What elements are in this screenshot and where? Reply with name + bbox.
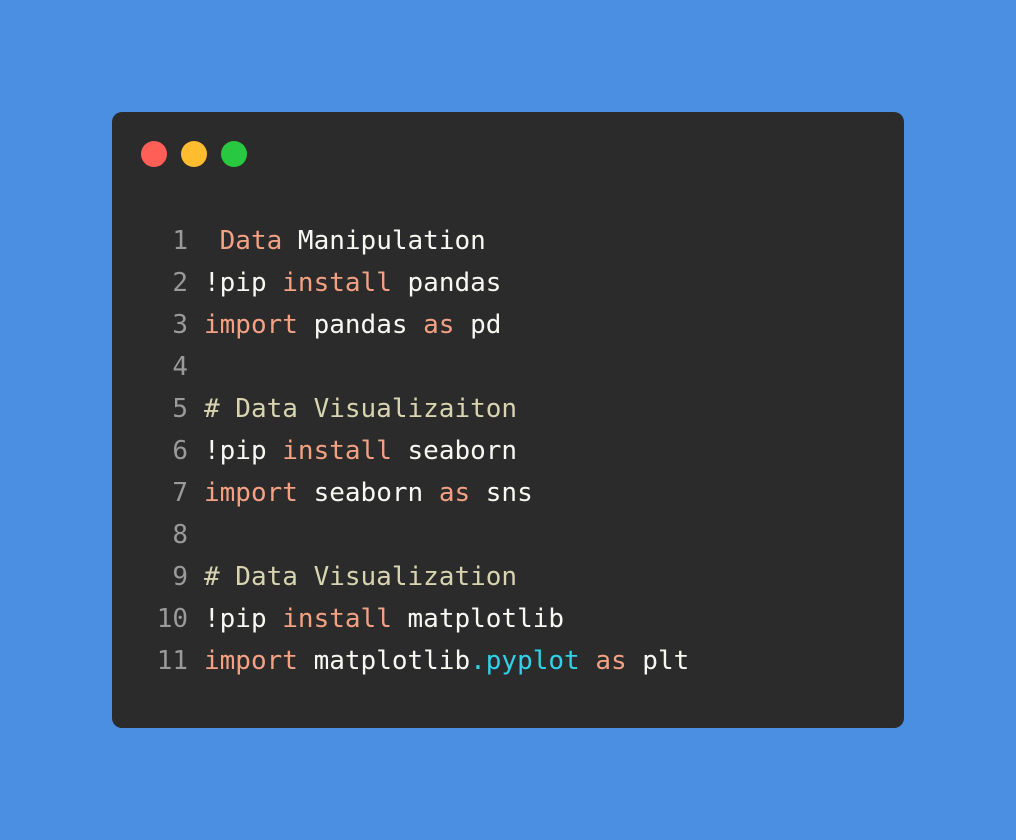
code-token: !pip	[204, 436, 283, 466]
code-token: as	[438, 478, 471, 508]
code-token: import	[204, 478, 298, 508]
line-content: Data Manipulation	[204, 220, 904, 262]
line-content: !pip install seaborn	[204, 430, 904, 472]
page-background: 1 Data Manipulation 2 !pip install pandas 3…	[0, 0, 1016, 840]
line-number: 1	[172, 226, 188, 256]
code-token: install	[282, 436, 392, 466]
code-line: 10 !pip install matplotlib	[112, 598, 904, 640]
line-number: 5	[172, 394, 188, 424]
code-line: 8	[112, 514, 904, 556]
code-token: !pip	[204, 268, 283, 298]
code-window: 1 Data Manipulation 2 !pip install pandas 3…	[112, 112, 904, 728]
code-token: install	[282, 604, 392, 634]
line-number: 10	[156, 604, 188, 634]
code-token: seaborn	[391, 436, 518, 466]
code-token: as	[595, 646, 627, 676]
code-line: 6 !pip install seaborn	[112, 430, 904, 472]
code-token: as	[423, 310, 455, 340]
code-token: pd	[454, 310, 502, 340]
code-token: plt	[626, 646, 690, 676]
line-number: 9	[172, 562, 188, 592]
line-content: import pandas as pd	[204, 304, 904, 346]
line-content: import matplotlib.pyplot as plt	[204, 640, 904, 682]
code-token: # Data Visualization	[204, 562, 518, 592]
maximize-button[interactable]	[221, 141, 247, 167]
line-number: 4	[172, 352, 188, 382]
line-number: 11	[156, 646, 188, 676]
code-line: 7 import seaborn as sns	[112, 472, 904, 514]
code-line: 11 import matplotlib.pyplot as plt	[112, 640, 904, 682]
code-token: import	[204, 310, 298, 340]
code-token: sns	[470, 478, 533, 508]
code-token: import	[204, 646, 298, 676]
line-number: 7	[172, 478, 188, 508]
code-line: 4	[112, 346, 904, 388]
close-button[interactable]	[141, 141, 167, 167]
code-token: install	[282, 268, 392, 298]
code-token: !pip	[204, 604, 283, 634]
line-number: 8	[172, 520, 188, 550]
code-token: pandas	[297, 310, 424, 340]
line-number: 2	[172, 268, 188, 298]
code-token: matplotlib	[391, 604, 565, 634]
code-token: Data	[219, 226, 283, 256]
code-token: pandas	[391, 268, 502, 298]
line-content: !pip install pandas	[204, 262, 904, 304]
line-content	[204, 346, 904, 388]
code-token: .pyplot	[470, 646, 580, 676]
code-editor[interactable]: 1 Data Manipulation 2 !pip install pandas 3…	[112, 220, 904, 682]
line-content: # Data Visualizaiton	[204, 388, 904, 430]
line-number: 6	[172, 436, 188, 466]
code-line: 2 !pip install pandas	[112, 262, 904, 304]
code-line: 9 # Data Visualization	[112, 556, 904, 598]
code-token: matplotlib	[297, 646, 471, 676]
code-token: seaborn	[297, 478, 439, 508]
line-number: 3	[172, 310, 188, 340]
code-token: Manipulation	[282, 226, 486, 256]
code-line: 3 import pandas as pd	[112, 304, 904, 346]
code-line: 1 Data Manipulation	[112, 220, 904, 262]
code-token: # Data Visualizaiton	[204, 394, 518, 424]
line-content: # Data Visualization	[204, 556, 904, 598]
line-content: import seaborn as sns	[204, 472, 904, 514]
minimize-button[interactable]	[181, 141, 207, 167]
code-line: 5 # Data Visualizaiton	[112, 388, 904, 430]
line-content: !pip install matplotlib	[204, 598, 904, 640]
line-content	[204, 514, 904, 556]
